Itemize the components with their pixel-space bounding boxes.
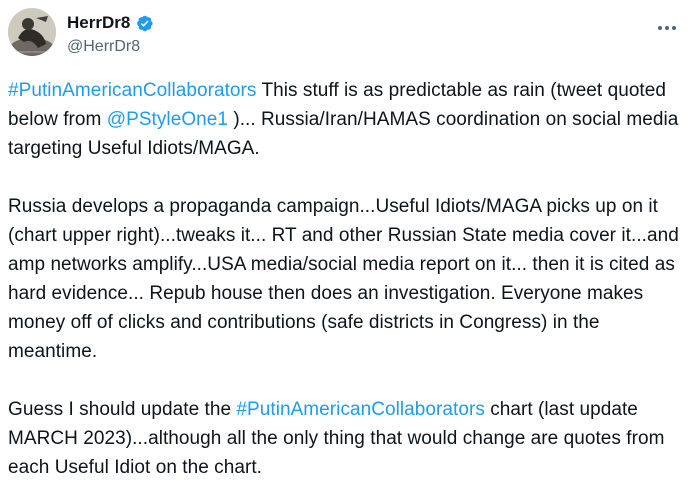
avatar[interactable] [8, 8, 56, 56]
tweet-paragraph-1: #PutinAmericanCollaborators This stuff i… [8, 76, 688, 163]
tweet-paragraph-2: Russia develops a propaganda campaign...… [8, 192, 688, 366]
avatar-image [8, 8, 56, 56]
tweet-text: #PutinAmericanCollaborators This stuff i… [8, 76, 688, 482]
tweet: HerrDr8 @HerrDr8 #PutinAmericanCollabora… [0, 0, 695, 480]
paragraph-text: Russia develops a propaganda campaign...… [8, 196, 685, 362]
more-options-button[interactable] [657, 18, 677, 38]
display-name-row: HerrDr8 [67, 12, 154, 34]
mention-link[interactable]: @PStyleOne1 [107, 109, 228, 130]
hashtag-link[interactable]: #PutinAmericanCollaborators [236, 399, 484, 420]
verified-badge-icon[interactable] [135, 14, 154, 33]
paragraph-text: Guess I should update the [8, 399, 237, 420]
hashtag-link[interactable]: #PutinAmericanCollaborators [8, 80, 256, 101]
author-handle[interactable]: @HerrDr8 [67, 36, 154, 58]
tweet-paragraph-3: Guess I should update the #PutinAmerican… [8, 395, 688, 482]
display-name[interactable]: HerrDr8 [67, 12, 130, 34]
author-names: HerrDr8 @HerrDr8 [67, 12, 154, 58]
tweet-header: HerrDr8 @HerrDr8 [8, 8, 695, 60]
more-horizontal-icon [658, 26, 676, 30]
